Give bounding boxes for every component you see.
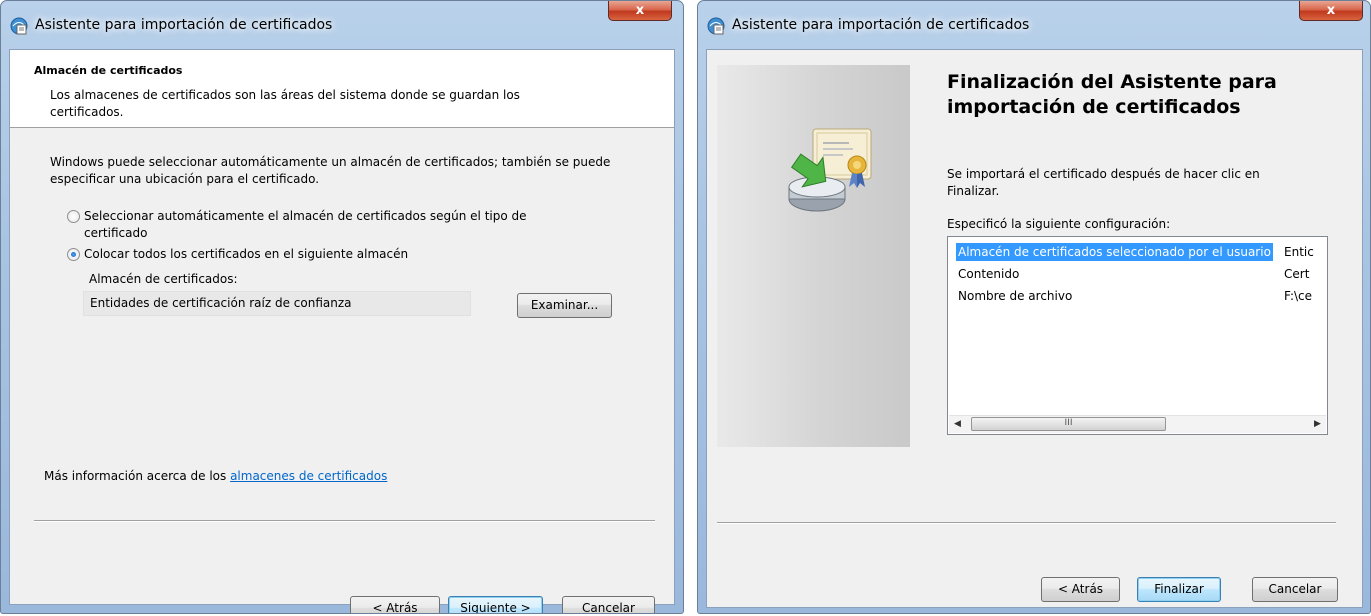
- close-button[interactable]: x: [608, 1, 672, 21]
- browse-button[interactable]: Examinar...: [517, 293, 612, 318]
- finish-wizard-window: Asistente para importación de certificad…: [697, 0, 1371, 614]
- horizontal-scrollbar[interactable]: ◀ III ▶: [949, 415, 1326, 433]
- page-description: Los almacenes de certificados son las ár…: [50, 88, 520, 119]
- wizard-header: Almacén de certificados Los almacenes de…: [10, 50, 674, 128]
- back-button[interactable]: < Atrás: [1041, 577, 1120, 602]
- dialog-client: Finalización del Asistente para importac…: [706, 49, 1363, 608]
- radio-auto-label[interactable]: Seleccionar automáticamente el almacén d…: [84, 208, 554, 242]
- cancel-button[interactable]: Cancelar: [562, 596, 655, 613]
- radio-icon[interactable]: [67, 248, 80, 261]
- title-bar[interactable]: Asistente para importación de certificad…: [698, 1, 1370, 49]
- radio-auto-option[interactable]: Seleccionar automáticamente el almacén d…: [67, 208, 554, 242]
- finish-button[interactable]: Finalizar: [1137, 577, 1221, 602]
- certificate-import-icon: [783, 125, 879, 217]
- window-title: Asistente para importación de certificad…: [732, 17, 1030, 33]
- list-item[interactable]: Almacén de certificados seleccionado por…: [948, 243, 1327, 263]
- list-item-value: F:\ce: [1284, 289, 1313, 303]
- next-button[interactable]: Siguiente >: [448, 596, 543, 613]
- finish-heading: Finalización del Asistente para importac…: [947, 71, 1277, 118]
- scroll-left-icon[interactable]: ◀: [949, 416, 966, 433]
- certificate-app-icon: [707, 17, 725, 35]
- divider: [34, 520, 655, 521]
- radio-icon[interactable]: [67, 210, 80, 223]
- back-button[interactable]: < Atrás: [350, 596, 440, 613]
- settings-list[interactable]: Almacén de certificados seleccionado por…: [947, 236, 1328, 435]
- finish-text: Se importará el certificado después de h…: [947, 167, 1260, 198]
- list-item-key: Nombre de archivo: [958, 289, 1073, 303]
- wizard-sidebar: [717, 65, 910, 447]
- intro-text: Windows puede seleccionar automáticament…: [50, 155, 611, 186]
- list-item[interactable]: Nombre de archivo F:\ce: [948, 287, 1327, 307]
- settings-label: Especificó la siguiente configuración:: [947, 217, 1171, 231]
- page-title: Almacén de certificados: [34, 64, 183, 77]
- store-label: Almacén de certificados:: [89, 272, 238, 286]
- close-button[interactable]: x: [1299, 1, 1363, 21]
- list-item-key: Contenido: [958, 267, 1020, 281]
- title-bar[interactable]: Asistente para importación de certificad…: [1, 1, 683, 49]
- close-icon: x: [635, 3, 645, 18]
- close-icon: x: [1326, 3, 1336, 18]
- list-item-value: Entic: [1284, 245, 1314, 259]
- list-item-value: Cert: [1284, 267, 1310, 281]
- radio-manual-option[interactable]: Colocar todos los certificados en el sig…: [67, 246, 554, 263]
- more-info-text: Más información acerca de los: [44, 469, 231, 483]
- dialog-client: Almacén de certificados Los almacenes de…: [9, 49, 675, 613]
- window-title: Asistente para importación de certificad…: [35, 17, 333, 33]
- list-item-key: Almacén de certificados seleccionado por…: [956, 243, 1273, 261]
- cancel-button[interactable]: Cancelar: [1252, 577, 1338, 602]
- scroll-right-icon[interactable]: ▶: [1309, 416, 1326, 433]
- radio-manual-label[interactable]: Colocar todos los certificados en el sig…: [84, 246, 554, 263]
- certificate-app-icon: [10, 17, 28, 35]
- divider: [717, 522, 1336, 523]
- scroll-thumb[interactable]: III: [971, 417, 1166, 431]
- store-wizard-window: Asistente para importación de certificad…: [0, 0, 684, 614]
- list-item[interactable]: Contenido Cert: [948, 265, 1327, 285]
- stores-link[interactable]: almacenes de certificados: [230, 469, 387, 483]
- store-field: Entidades de certificación raíz de confi…: [83, 291, 471, 316]
- more-info: Más información acerca de los almacenes …: [44, 469, 387, 483]
